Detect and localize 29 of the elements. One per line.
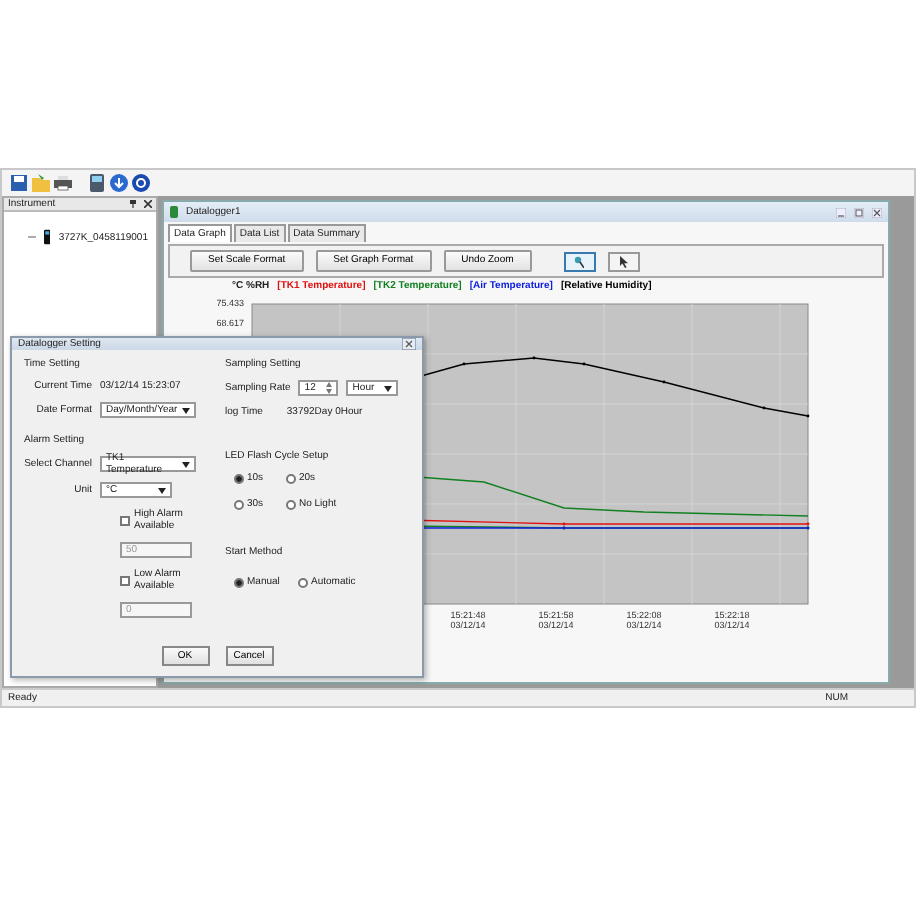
spinner-arrows-icon xyxy=(326,382,333,394)
tree-line-icon xyxy=(28,236,37,238)
pin-icon[interactable] xyxy=(130,200,136,208)
window-icon xyxy=(170,206,178,218)
magnifier-icon xyxy=(574,255,585,267)
radio-button[interactable] xyxy=(285,473,295,483)
device-icon[interactable] xyxy=(88,174,106,192)
radio-button[interactable] xyxy=(233,577,243,587)
close-icon[interactable] xyxy=(144,200,152,208)
caret-icon xyxy=(182,407,190,413)
download-icon[interactable] xyxy=(110,174,128,192)
radio-button[interactable] xyxy=(285,499,295,509)
tool-button[interactable] xyxy=(607,251,640,271)
maximize-icon[interactable] xyxy=(854,207,864,217)
caret-icon xyxy=(158,487,166,493)
caret-icon xyxy=(182,461,190,467)
radio-button[interactable] xyxy=(233,499,243,509)
checkbox[interactable] xyxy=(120,575,130,585)
minimize-icon[interactable] xyxy=(836,207,846,217)
logger-icon xyxy=(44,228,51,246)
pointer-icon xyxy=(618,255,629,267)
radio-button[interactable] xyxy=(297,577,307,587)
radio-button[interactable] xyxy=(233,473,243,483)
printer-icon[interactable] xyxy=(54,174,72,192)
close-icon[interactable] xyxy=(872,207,882,217)
caret-icon xyxy=(384,385,393,391)
close-icon[interactable] xyxy=(402,338,416,350)
save-icon[interactable] xyxy=(10,174,28,192)
checkbox[interactable] xyxy=(120,515,130,525)
